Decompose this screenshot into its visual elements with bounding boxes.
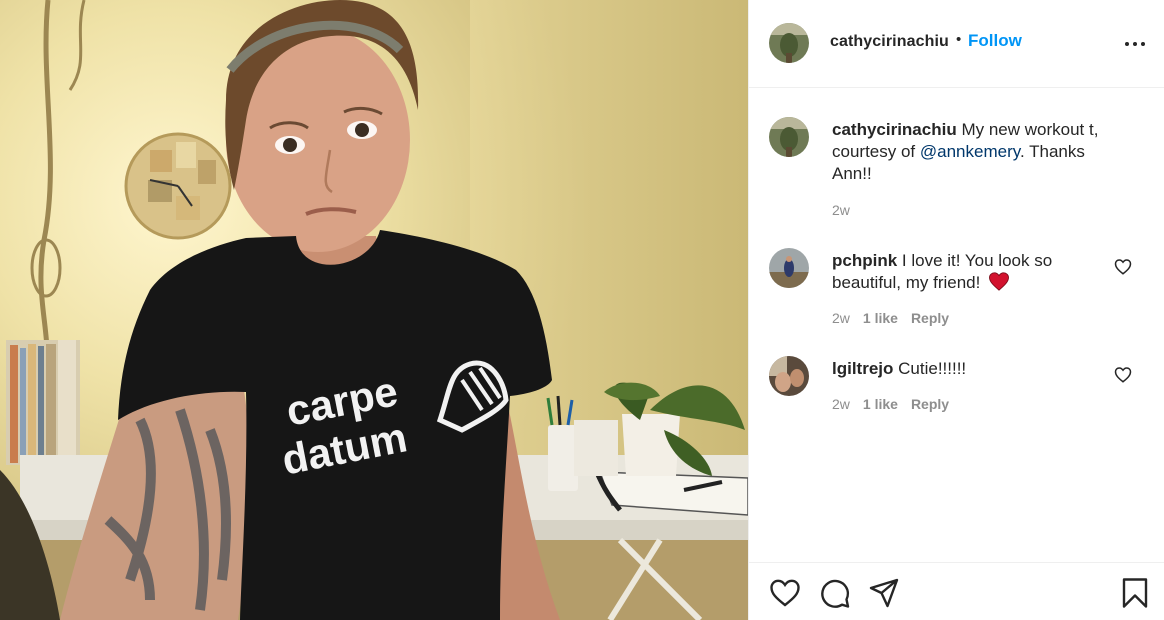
caption-avatar[interactable]: [769, 117, 809, 157]
comment-avatar[interactable]: [769, 248, 809, 288]
more-options-icon[interactable]: [1125, 38, 1149, 50]
comment-like-icon[interactable]: [1114, 258, 1132, 276]
like-icon[interactable]: [769, 577, 801, 609]
header-separator: •: [956, 31, 962, 48]
action-bar: [749, 562, 1164, 620]
author-avatar[interactable]: [769, 23, 809, 63]
post-photo[interactable]: carpe datum: [0, 0, 748, 620]
comment-time[interactable]: 2w: [832, 310, 850, 326]
comment-username[interactable]: pchpink: [832, 251, 897, 270]
comment-text: pchpink I love it! You look so beautiful…: [832, 250, 1122, 294]
follow-button[interactable]: Follow: [968, 31, 1022, 51]
caption-username[interactable]: cathycirinachiu: [832, 120, 957, 139]
caption-time[interactable]: 2w: [832, 202, 850, 218]
comment-icon[interactable]: [819, 577, 851, 609]
post-photo-image: carpe datum: [0, 0, 748, 620]
caption-text: cathycirinachiu My new workout t, courte…: [832, 119, 1122, 185]
save-icon[interactable]: [1119, 577, 1151, 609]
comment-text: lgiltrejo Cutie!!!!!!: [832, 358, 1122, 380]
author-username[interactable]: cathycirinachiu: [830, 33, 949, 51]
reply-button[interactable]: Reply: [911, 310, 949, 326]
comment-avatar[interactable]: [769, 356, 809, 396]
reply-button[interactable]: Reply: [911, 396, 949, 412]
comment-meta: 2w 1 like Reply: [832, 310, 962, 326]
caption-mention[interactable]: @annkemery: [920, 142, 1020, 161]
post-sidebar: cathycirinachiu • Follow cathycirinachiu…: [748, 0, 1164, 620]
caption-meta: 2w: [832, 202, 863, 218]
comment-likes[interactable]: 1 like: [863, 396, 898, 412]
comment-meta: 2w 1 like Reply: [832, 396, 962, 412]
comment-like-icon[interactable]: [1114, 366, 1132, 384]
comment-time[interactable]: 2w: [832, 396, 850, 412]
post-header: cathycirinachiu • Follow: [749, 0, 1164, 88]
comment-username[interactable]: lgiltrejo: [832, 359, 893, 378]
comment-body: Cutie!!!!!!: [893, 359, 967, 378]
comment-likes[interactable]: 1 like: [863, 310, 898, 326]
share-icon[interactable]: [868, 577, 900, 609]
red-heart-emoji: [989, 272, 1010, 291]
